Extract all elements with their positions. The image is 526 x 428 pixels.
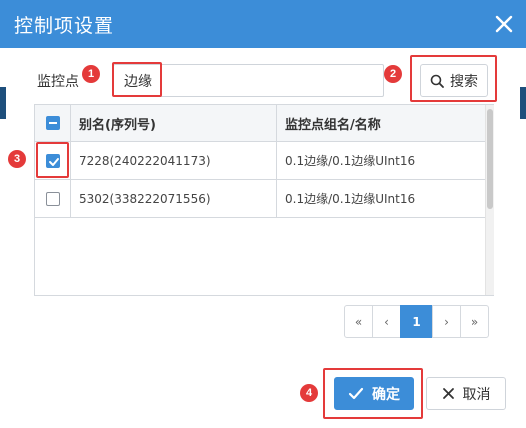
background-strip-left <box>0 87 6 119</box>
row-point: 0.1边缘/0.1边缘UInt16 <box>285 192 416 206</box>
scrollbar-thumb[interactable] <box>487 109 493 209</box>
table-row[interactable]: 7228(240222041173) 0.1边缘/0.1边缘UInt16 <box>35 142 485 180</box>
search-label: 监控点 <box>37 74 79 90</box>
pagination: « ‹ 1 › » <box>344 305 489 338</box>
cancel-button[interactable]: 取消 <box>426 377 506 410</box>
confirm-button[interactable]: 确定 <box>334 377 414 410</box>
check-icon <box>348 387 364 399</box>
select-all-checkbox[interactable] <box>45 116 60 130</box>
search-button[interactable]: 搜索 <box>420 64 488 97</box>
confirm-button-label: 确定 <box>372 386 400 403</box>
check-icon <box>48 157 59 166</box>
current-page-button[interactable]: 1 <box>400 305 433 338</box>
results-table: 别名(序列号) 监控点组名/名称 7228(240222041173) 0.1边… <box>34 104 494 296</box>
search-input[interactable] <box>113 64 384 97</box>
marker-3: 3 <box>8 150 26 168</box>
row-check-cell <box>35 142 71 179</box>
row-check-cell <box>35 180 71 217</box>
marker-4: 4 <box>300 384 318 402</box>
dialog-title: 控制项设置 <box>14 15 115 37</box>
close-icon <box>442 388 454 399</box>
search-icon <box>430 74 444 88</box>
marker-2: 2 <box>384 65 402 83</box>
row-alias: 7228(240222041173) <box>71 142 277 179</box>
row-checkbox[interactable] <box>45 153 60 168</box>
background-strip-right <box>520 87 526 119</box>
row-point: 0.1边缘/0.1边缘UInt16 <box>285 154 416 168</box>
control-settings-dialog: 控制项设置 监控点 搜索 别名(序列号) 监控点组名/名称 <box>0 0 526 428</box>
table-scrollbar[interactable] <box>485 105 494 295</box>
table-row[interactable]: 5302(338222071556) 0.1边缘/0.1边缘UInt16 <box>35 180 485 218</box>
header-point: 监控点组名/名称 <box>285 117 381 133</box>
close-icon[interactable] <box>491 11 517 37</box>
last-page-button[interactable]: » <box>460 305 489 338</box>
table-header: 别名(序列号) 监控点组名/名称 <box>35 105 485 142</box>
cancel-button-label: 取消 <box>462 386 491 403</box>
first-page-button[interactable]: « <box>344 305 373 338</box>
header-alias: 别名(序列号) <box>71 105 277 141</box>
header-check-cell <box>35 105 71 141</box>
row-alias: 5302(338222071556) <box>71 180 277 217</box>
row-checkbox[interactable] <box>45 191 60 206</box>
marker-1: 1 <box>82 65 100 83</box>
dialog-titlebar: 控制项设置 <box>0 0 526 48</box>
search-button-label: 搜索 <box>450 73 478 90</box>
next-page-button[interactable]: › <box>432 305 461 338</box>
prev-page-button[interactable]: ‹ <box>372 305 401 338</box>
